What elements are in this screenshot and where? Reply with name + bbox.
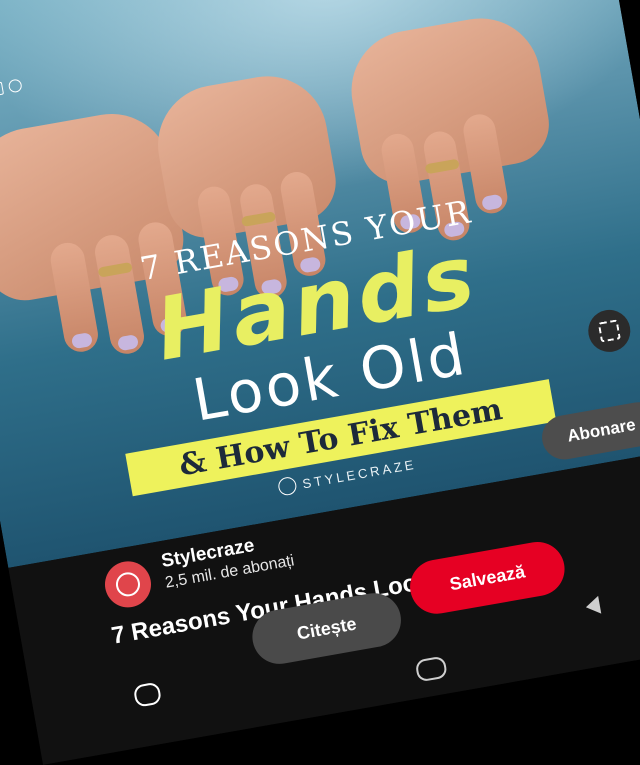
- whatsapp-icon: [7, 77, 23, 93]
- stylecraze-logo-icon: [114, 570, 142, 599]
- nav-back-icon[interactable]: [584, 595, 602, 617]
- phone-screen: 42 7 REASONS YOUR Hands Look Old & How T…: [0, 0, 640, 765]
- visual-search-button[interactable]: [584, 306, 634, 356]
- brand-logo-icon: [277, 475, 299, 497]
- lens-icon: [597, 319, 621, 343]
- gallery-icon: [0, 81, 4, 97]
